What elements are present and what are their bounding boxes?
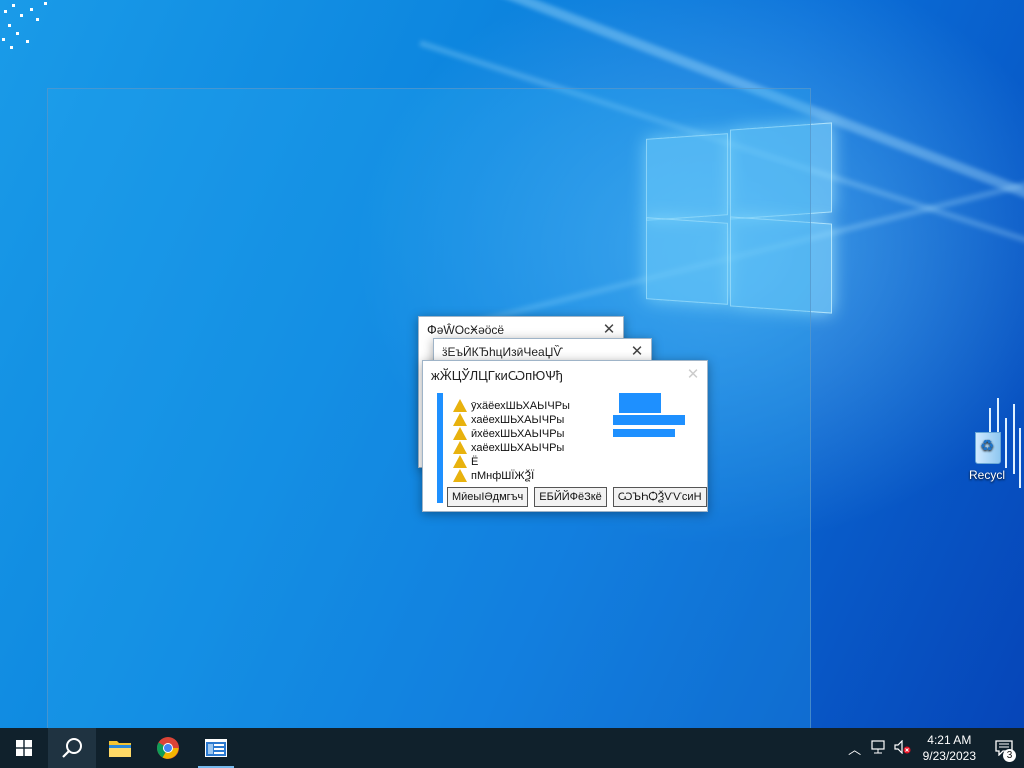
list-item-label: ӯхӓёехШЬХАЬӀЧРы xyxy=(471,399,570,412)
clock-time: 4:21 AM xyxy=(927,733,972,747)
dialog-title: жӁЦЎЛЦГкиѠпЮѰђ xyxy=(431,367,563,383)
app-window-icon xyxy=(205,739,227,757)
dialog-buttons: МӣеыӀӘдмгъч ЕБЙЙФёЗкё ѠЪҺѺѮѴѴсиН xyxy=(447,487,707,507)
windows-start-icon xyxy=(16,740,32,756)
dialog-button[interactable]: МӣеыӀӘдмгъч xyxy=(447,487,529,507)
warning-icon xyxy=(453,441,467,454)
clock-date: 9/23/2023 xyxy=(922,749,976,763)
glitch-block xyxy=(619,393,661,413)
dialog-button[interactable]: ЕБЙЙФёЗкё xyxy=(534,487,607,507)
warning-icon xyxy=(453,399,467,412)
list-item-label: хаёехШЬХАЬӀЧРы xyxy=(471,441,565,454)
search-button[interactable] xyxy=(48,728,96,768)
notification-badge: 3 xyxy=(1003,749,1016,762)
accent-bar xyxy=(437,393,443,503)
start-button[interactable] xyxy=(0,728,48,768)
taskbar-app-window[interactable] xyxy=(192,728,240,768)
dialog-body: ӯхӓёехШЬХАЬӀЧРы хаёехШЬХАЬӀЧРы ӣхёехШЬХА… xyxy=(423,391,707,511)
warning-icon xyxy=(453,455,467,468)
recycle-bin-icon: ♻ xyxy=(972,428,1002,464)
action-center-button[interactable]: 3 xyxy=(984,728,1024,768)
chrome-icon xyxy=(157,737,179,759)
list-item: хаёехШЬХАЬӀЧРы xyxy=(453,413,564,426)
glitch-block xyxy=(613,429,675,437)
taskbar-app-chrome[interactable] xyxy=(144,728,192,768)
taskbar: ︿ 4:21 AM 9/23/2023 3 xyxy=(0,728,1024,768)
list-item-label: Ё xyxy=(471,455,479,468)
chevron-up-icon[interactable]: ︿ xyxy=(843,739,867,758)
glitch-block xyxy=(613,415,685,425)
glitch-artifact xyxy=(0,0,56,52)
volume-muted-icon[interactable] xyxy=(891,739,915,757)
list-item-label: ӣхёехШЬХАЬӀЧРы xyxy=(471,427,565,440)
taskbar-app-file-explorer[interactable] xyxy=(96,728,144,768)
dialog-window[interactable]: жӁЦЎЛЦГкиѠпЮѰђ ✕ ӯхӓёехШЬХАЬӀЧРы хаёехШЬ… xyxy=(422,360,708,512)
list-item-label: хаёехШЬХАЬӀЧРы xyxy=(471,413,565,426)
recycle-bin[interactable]: ♻ Recycl xyxy=(950,410,1024,482)
warning-icon xyxy=(453,413,467,426)
system-tray: ︿ 4:21 AM 9/23/2023 3 xyxy=(843,728,1024,768)
warning-icon xyxy=(453,427,467,440)
dialog-button[interactable]: ѠЪҺѺѮѴѴсиН xyxy=(612,487,707,507)
list-item-label: пМнфШЇЖѮЇ xyxy=(471,469,535,482)
file-explorer-icon xyxy=(109,741,131,757)
network-icon[interactable] xyxy=(867,739,891,757)
list-item: Ё xyxy=(453,455,478,468)
close-icon[interactable]: ✕ xyxy=(679,364,707,386)
dialog-title: ՓәŴОсӾәӧсё xyxy=(427,323,505,337)
warning-icon xyxy=(453,469,467,482)
desktop: ՓәŴОсӾәӧсё ✕ ӟЕъӢКЂһцИзӣЧеаЏѶ ✕ жӁЦЎЛЦГк… xyxy=(0,0,1024,728)
list-item: ӯхӓёехШЬХАЬӀЧРы xyxy=(453,399,570,412)
dialog-titlebar[interactable]: жӁЦЎЛЦГкиѠпЮѰђ ✕ xyxy=(423,361,707,389)
search-icon xyxy=(62,738,82,758)
dialog-title: ӟЕъӢКЂһцИзӣЧеаЏѶ xyxy=(442,345,563,359)
list-item: хаёехШЬХАЬӀЧРы xyxy=(453,441,564,454)
list-item: ӣхёехШЬХАЬӀЧРы xyxy=(453,427,564,440)
list-item: пМнфШЇЖѮЇ xyxy=(453,469,534,482)
clock[interactable]: 4:21 AM 9/23/2023 xyxy=(915,732,984,764)
recycle-bin-label: Recycl xyxy=(968,468,1005,482)
